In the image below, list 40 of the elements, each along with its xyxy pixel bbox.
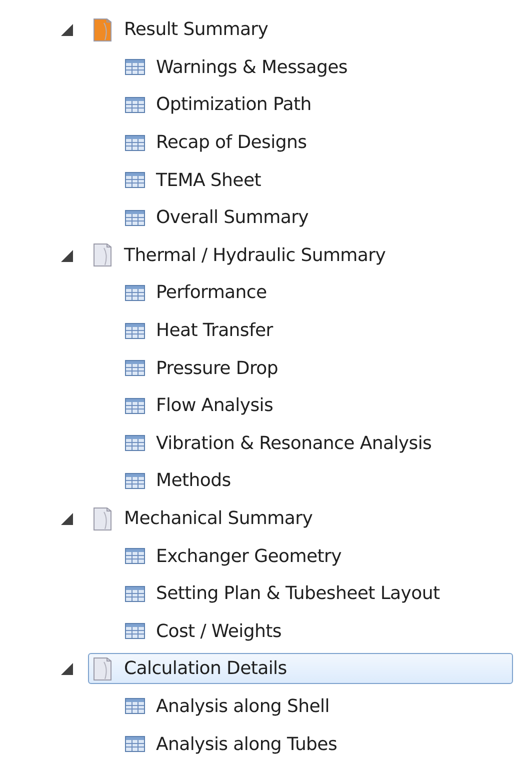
tree-item[interactable]: Calculation Details [88,653,513,684]
tree-item[interactable]: Overall Summary [0,198,515,237]
tree-item[interactable]: Exchanger Geometry [0,537,515,575]
tree-item[interactable]: TEMA Sheet [0,161,515,199]
tree-item[interactable]: Heat Transfer [0,312,515,350]
table-icon [125,360,145,376]
expanded-arrow-icon[interactable] [59,511,74,526]
tree-item[interactable]: Performance [0,274,515,312]
tree-item[interactable]: Optimization Path [0,86,515,124]
tree-item[interactable]: Setting Plan & Tubesheet Layout [0,574,515,612]
tree-item[interactable]: Methods [0,462,515,500]
tree-item[interactable]: Cost / Weights [0,612,515,650]
table-icon [125,322,145,339]
table-icon [125,435,145,452]
tree-item[interactable]: Warnings & Messages [0,48,515,86]
table-icon [125,96,145,113]
tree-item[interactable]: Analysis along Shell [0,688,515,726]
table-icon [125,210,145,226]
table-icon [125,586,145,602]
table-icon [125,398,145,414]
table-icon [125,134,145,151]
tree-item[interactable]: Recap of Designs [0,124,515,162]
tree-item[interactable]: Vibration & Resonance Analysis [0,424,515,462]
table-icon [125,698,145,714]
tree-item[interactable]: Thermal / Hydraulic Summary [88,240,390,271]
table-icon [125,472,145,489]
tree-item[interactable]: Mechanical Summary [88,503,317,534]
tree-item[interactable]: Result Summary [88,14,272,46]
table-icon [125,59,145,76]
expanded-arrow-icon[interactable] [59,22,74,38]
table-icon [125,623,145,640]
tree-item[interactable]: Pressure Drop [0,349,515,387]
table-icon [125,284,145,301]
tree-item[interactable]: Analysis along Tubes [0,725,515,763]
expanded-arrow-icon[interactable] [59,661,74,676]
table-icon [125,172,145,188]
table-icon [125,736,145,752]
tree-item[interactable]: Flow Analysis [0,386,515,425]
table-icon [125,548,145,564]
expanded-arrow-icon[interactable] [59,248,74,263]
